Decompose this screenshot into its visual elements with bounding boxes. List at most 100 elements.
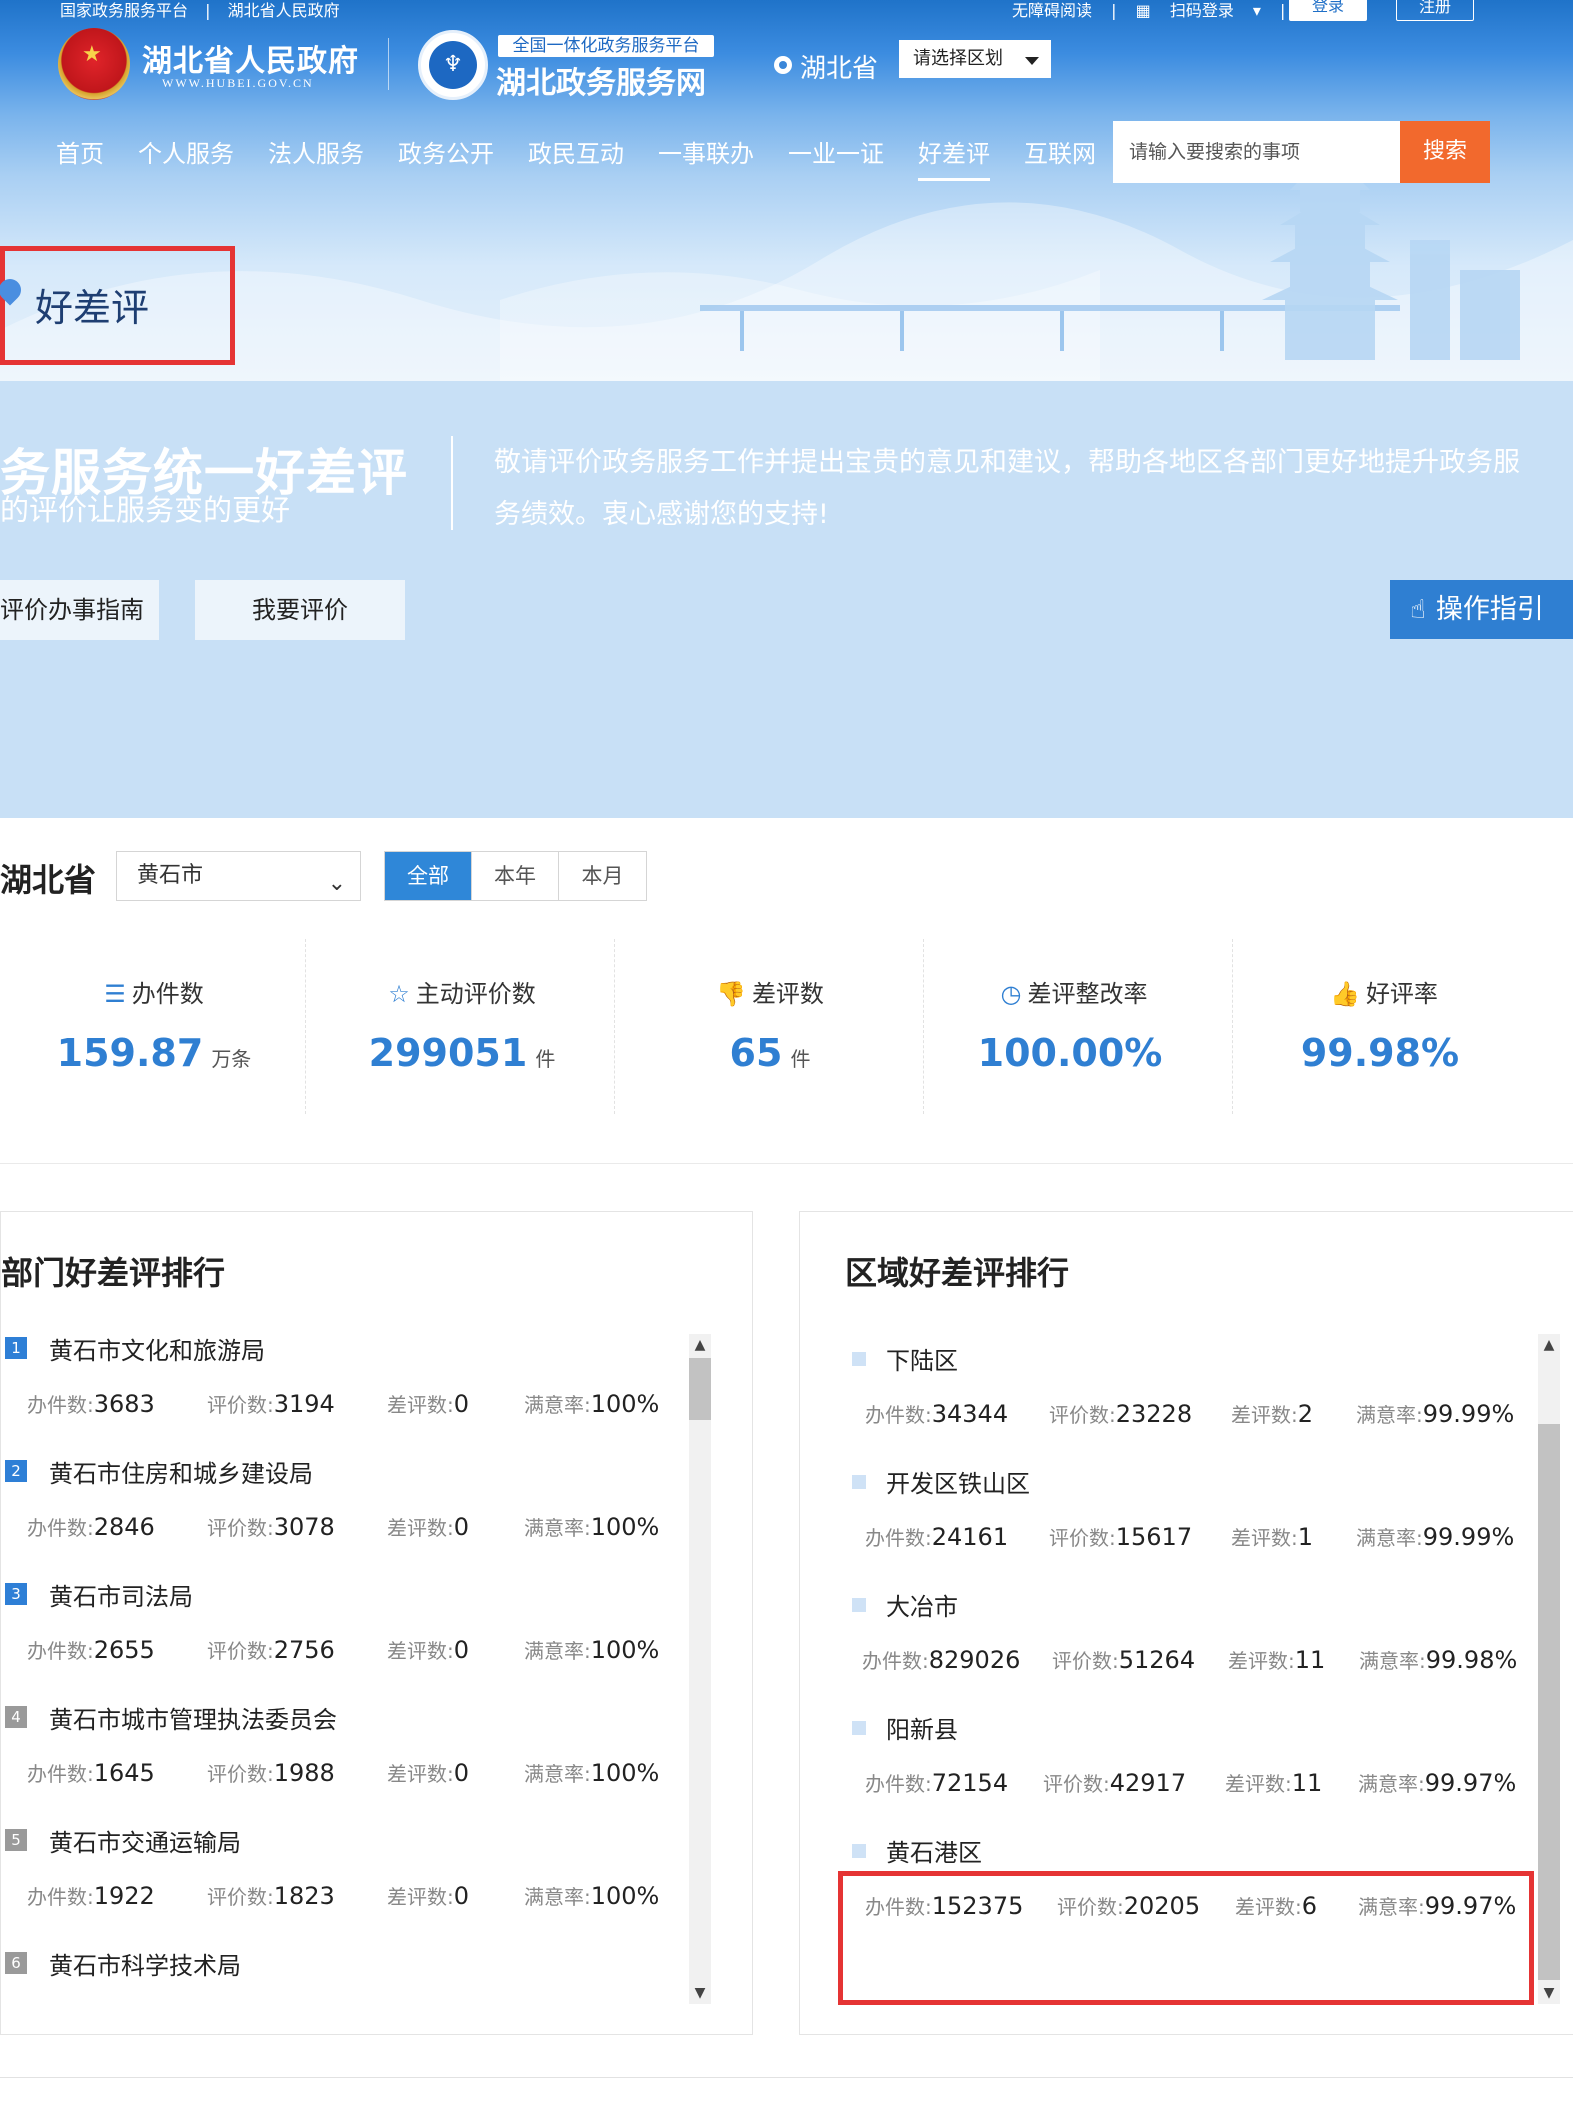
service-platform-logo[interactable]: ♆: [418, 30, 488, 100]
metric-value: 3194: [273, 1390, 335, 1418]
register-button[interactable]: 注册: [1396, 0, 1474, 21]
brand-divider: [388, 38, 389, 90]
page-title: 好差评: [35, 286, 150, 330]
metric-label: 办件数:: [27, 1393, 94, 1417]
nav-item-interaction[interactable]: 政民互动: [528, 134, 624, 169]
metric-label: 评价数:: [1049, 1403, 1116, 1427]
list-item[interactable]: 大冶市 办件数:829026 评价数:51264 差评数:11 满意率:99.9…: [800, 1574, 1540, 1697]
metric-value: 34344: [931, 1400, 1009, 1428]
stat-divider: [305, 939, 306, 1114]
period-month-button[interactable]: 本月: [559, 852, 646, 900]
metric-value: 1645: [93, 1759, 155, 1787]
metric-label: 差评数:: [1228, 1649, 1295, 1673]
list-item[interactable]: 6 黄石市科学技术局: [1, 1933, 691, 2034]
metric-value: 42917: [1109, 1769, 1187, 1797]
metric-label: 差评数:: [1231, 1526, 1298, 1550]
topbar-separator: |: [1280, 1, 1286, 20]
nav-item-home[interactable]: 首页: [56, 134, 104, 169]
section-divider: [0, 1163, 1573, 1164]
highlighted-region-box: [838, 1871, 1534, 2005]
scrollbar-thumb[interactable]: [1538, 1424, 1560, 1980]
operation-guide-button[interactable]: ☝ 操作指引: [1390, 580, 1573, 639]
gov-name[interactable]: 湖北省人民政府: [142, 36, 359, 80]
metric-value: 51264: [1118, 1646, 1196, 1674]
chevron-up-icon[interactable]: ▲: [689, 1334, 711, 1356]
nav-item-corporate[interactable]: 法人服务: [268, 134, 364, 169]
stat-unit: 件: [790, 1047, 811, 1071]
rank-badge: 1: [5, 1337, 27, 1359]
metric-value: 0: [453, 1636, 470, 1664]
stat-value: 100.00%: [977, 1031, 1163, 1075]
accessibility-link[interactable]: 无障碍阅读: [1012, 1, 1092, 20]
metric-value: 99.97%: [1424, 1769, 1517, 1797]
operation-guide-label: 操作指引: [1435, 594, 1544, 625]
list-item[interactable]: 2 黄石市住房和城乡建设局 办件数:2846 评价数:3078 差评数:0 满意…: [1, 1441, 691, 1564]
metric-label: 办件数:: [27, 1639, 94, 1663]
metric-label: 满意率:: [524, 1516, 591, 1540]
dept-name: 黄石市文化和旅游局: [49, 1337, 265, 1365]
national-emblem-logo[interactable]: ★: [58, 28, 130, 100]
metric-label: 差评数:: [387, 1393, 454, 1417]
search-input[interactable]: [1113, 121, 1400, 183]
dept-ranking-title: 部门好差评排行: [1, 1254, 226, 1292]
stat-label: 好评率: [1365, 980, 1438, 1008]
nav-item-joint-service[interactable]: 一事联办: [658, 134, 754, 169]
topbar-link-national[interactable]: 国家政务服务平台: [60, 1, 188, 20]
metric-label: 差评数:: [387, 1885, 454, 1909]
metric-label: 差评数:: [387, 1639, 454, 1663]
metric-label: 满意率:: [1356, 1403, 1423, 1427]
nav-item-gov-affairs[interactable]: 政务公开: [398, 134, 494, 169]
dept-name: 黄石市住房和城乡建设局: [49, 1460, 313, 1488]
metric-value: 99.98%: [1425, 1646, 1518, 1674]
nav-item-internet[interactable]: 互联网: [1024, 134, 1096, 169]
rate-service-button[interactable]: 我要评价: [195, 580, 405, 640]
metric-value: 100%: [590, 1636, 660, 1664]
search-button[interactable]: 搜索: [1400, 121, 1490, 183]
list-bullet-icon: [852, 1475, 866, 1489]
stat-rectify-rate: ◷ 差评整改率 100.00%: [920, 939, 1228, 1114]
metric-value: 23228: [1115, 1400, 1193, 1428]
metric-label: 办件数:: [27, 1885, 94, 1909]
login-button[interactable]: 登录: [1289, 0, 1367, 21]
metric-label: 办件数:: [865, 1772, 932, 1796]
stat-value: 99.98%: [1300, 1031, 1460, 1075]
metric-label: 办件数:: [27, 1516, 94, 1540]
site-name[interactable]: 湖北政务服务网: [496, 58, 706, 102]
topbar-separator: |: [205, 1, 211, 20]
metric-label: 满意率:: [524, 1885, 591, 1909]
topbar-link-hubei-gov[interactable]: 湖北省人民政府: [228, 1, 340, 20]
nav-item-personal[interactable]: 个人服务: [138, 134, 234, 169]
city-dropdown[interactable]: 黄石市 ⌄: [116, 851, 361, 901]
metric-value: 11: [1294, 1646, 1326, 1674]
list-item[interactable]: 开发区铁山区 办件数:24161 评价数:15617 差评数:1 满意率:99.…: [800, 1451, 1540, 1574]
list-item[interactable]: 5 黄石市交通运输局 办件数:1922 评价数:1823 差评数:0 满意率:1…: [1, 1810, 691, 1933]
dept-list-scrollbar[interactable]: ▲ ▼: [689, 1334, 711, 2004]
summary-stats: ☰ 办件数 159.87 万条 ☆ 主动评价数 299051 件 👎 差评数 65 件 ◷ 差…: [0, 939, 1573, 1114]
nav-item-evaluation[interactable]: 好差评: [918, 134, 990, 181]
clock-icon: ◷: [1000, 980, 1022, 1008]
scrollbar-thumb[interactable]: [689, 1358, 711, 1420]
chevron-up-icon[interactable]: ▲: [1538, 1334, 1560, 1356]
chevron-down-icon[interactable]: ▼: [1538, 1982, 1560, 2004]
list-item[interactable]: 阳新县 办件数:72154 评价数:42917 差评数:11 满意率:99.97…: [800, 1697, 1540, 1820]
chevron-down-icon[interactable]: ▼: [689, 1982, 711, 2004]
hand-pointer-icon: ☝: [1410, 595, 1426, 625]
nav-item-one-license[interactable]: 一业一证: [788, 134, 884, 169]
list-item[interactable]: 1 黄石市文化和旅游局 办件数:3683 评价数:3194 差评数:0 满意率:…: [1, 1318, 691, 1441]
list-item[interactable]: 3 黄石市司法局 办件数:2655 评价数:2756 差评数:0 满意率:100…: [1, 1564, 691, 1687]
evaluation-banner: 务服务统一好差评 的评价让服务变的更好 敬请评价政务服务工作并提出宝贵的意见和建…: [0, 381, 1573, 818]
period-all-button[interactable]: 全部: [385, 852, 472, 900]
metric-value: 72154: [931, 1769, 1009, 1797]
period-year-button[interactable]: 本年: [472, 852, 559, 900]
evaluation-guide-button[interactable]: 评价办事指南: [0, 580, 159, 640]
region-ranking-title: 区域好差评排行: [845, 1254, 1070, 1292]
list-item[interactable]: 4 黄石市城市管理执法委员会 办件数:1645 评价数:1988 差评数:0 满…: [1, 1687, 691, 1810]
list-item[interactable]: 下陆区 办件数:34344 评价数:23228 差评数:2 满意率:99.99%: [800, 1328, 1540, 1451]
metric-value: 100%: [590, 1882, 660, 1910]
qr-login-link[interactable]: 扫码登录: [1170, 1, 1234, 20]
metric-value: 3078: [273, 1513, 335, 1541]
region-selector[interactable]: 请选择区划: [899, 40, 1051, 78]
region-list-scrollbar[interactable]: ▲ ▼: [1538, 1334, 1560, 2004]
metric-label: 评价数:: [207, 1393, 274, 1417]
star-icon: ☆: [388, 980, 410, 1008]
